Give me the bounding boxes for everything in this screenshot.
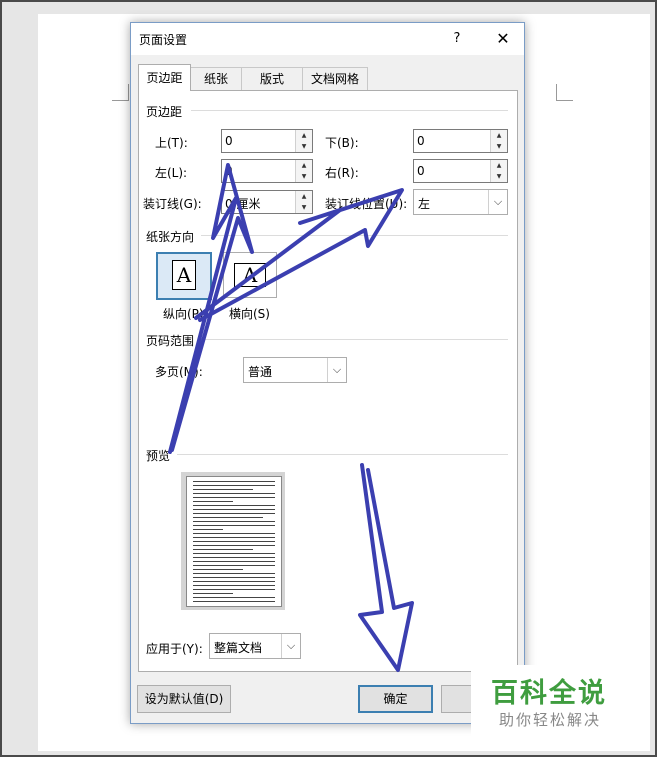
- watermark-logo: 百科全说 助你轻松解决: [471, 665, 637, 737]
- arrow-to-ok-button: [358, 463, 414, 672]
- annotation-arrows: [168, 163, 414, 672]
- watermark-title: 百科全说: [491, 678, 607, 709]
- tab-margins[interactable]: 页边距: [138, 64, 191, 91]
- watermark-subtitle: 助你轻松解决: [499, 711, 602, 729]
